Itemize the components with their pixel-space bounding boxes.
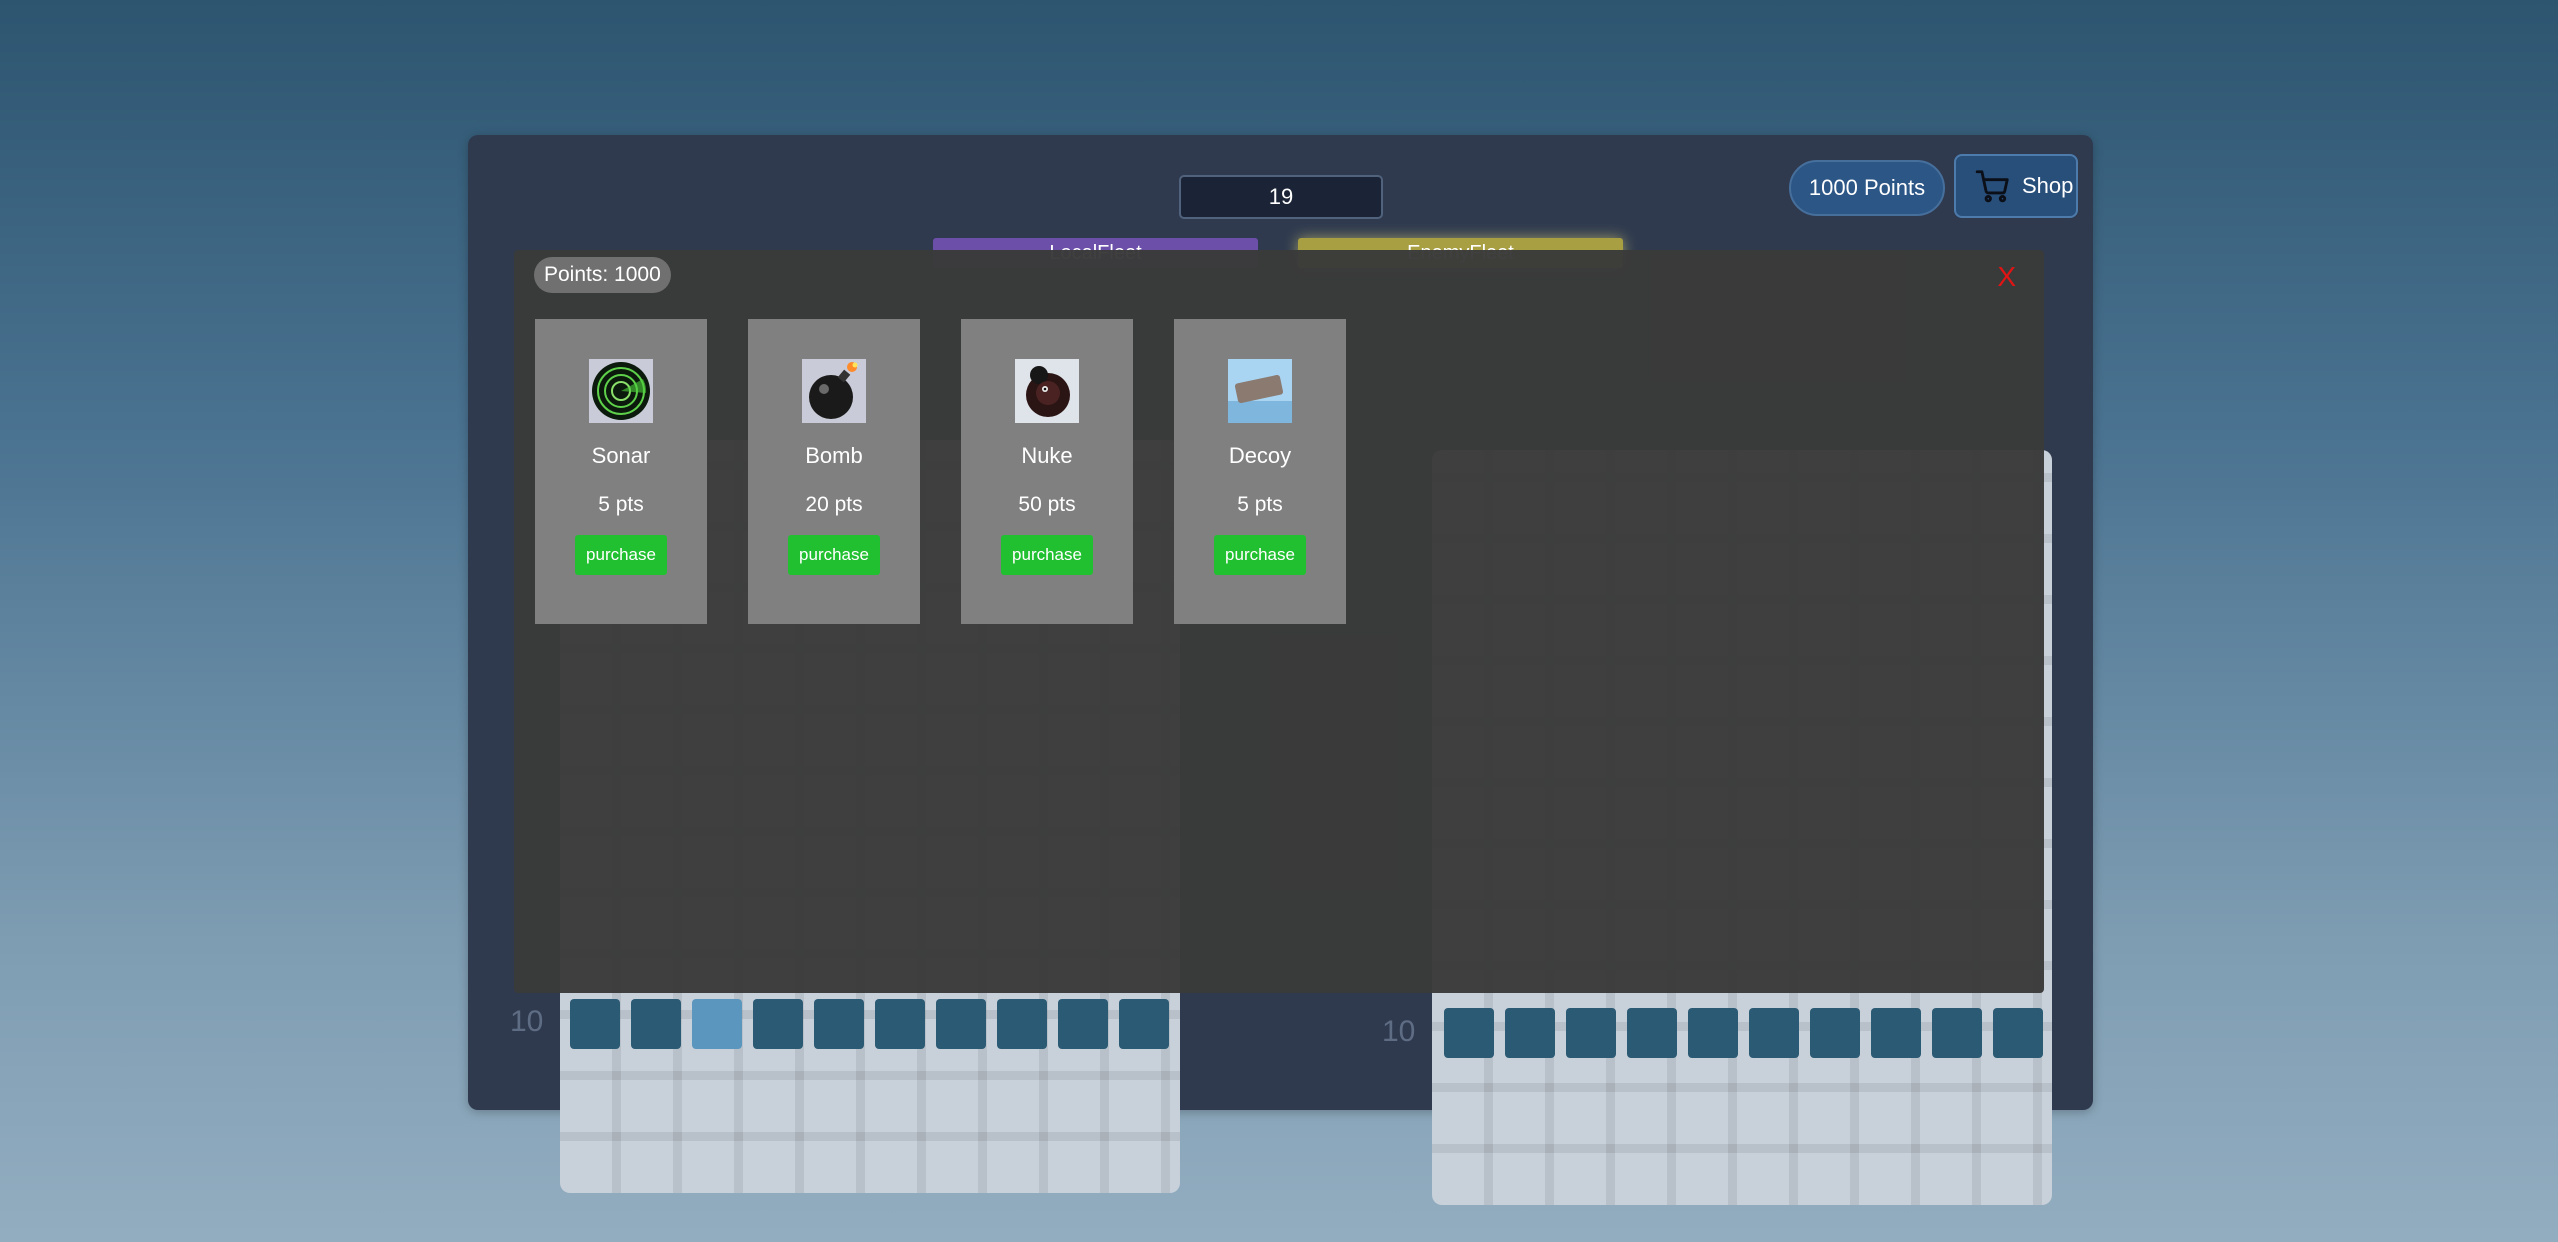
row-label-10-right: 10 (1382, 1015, 1416, 1048)
board-cell[interactable] (936, 999, 986, 1049)
board-cell[interactable] (997, 999, 1047, 1049)
close-button[interactable]: X (1997, 261, 2016, 293)
board-cell[interactable] (631, 999, 681, 1049)
board-cell[interactable] (1688, 1008, 1738, 1058)
item-name: Nuke (1021, 443, 1073, 468)
shop-item-bomb: Bomb 20 pts purchase (748, 319, 920, 624)
board-cell[interactable] (1444, 1008, 1494, 1058)
board-cell[interactable] (1627, 1008, 1677, 1058)
shop-label: Shop (2022, 173, 2074, 198)
board-cell[interactable] (692, 999, 742, 1049)
board-cell[interactable] (753, 999, 803, 1049)
board-cell[interactable] (1932, 1008, 1982, 1058)
enemy-board-row-10 (1444, 1008, 2043, 1058)
nuke-icon (1015, 359, 1079, 423)
purchase-button[interactable]: purchase (788, 535, 880, 575)
bomb-icon (802, 359, 866, 423)
board-cell[interactable] (1810, 1008, 1860, 1058)
board-cell[interactable] (1993, 1008, 2043, 1058)
sonar-icon (589, 359, 653, 423)
board-cell[interactable] (1119, 999, 1169, 1049)
board-cell[interactable] (1058, 999, 1108, 1049)
item-price: 20 pts (805, 493, 863, 516)
board-cell[interactable] (1505, 1008, 1555, 1058)
purchase-button[interactable]: purchase (1001, 535, 1093, 575)
decoy-icon (1228, 359, 1292, 423)
row-label-10-left: 10 (510, 1005, 544, 1038)
board-cell[interactable] (1749, 1008, 1799, 1058)
item-price: 50 pts (1018, 493, 1076, 516)
item-name: Sonar (591, 443, 651, 468)
board-cell[interactable] (1566, 1008, 1616, 1058)
board-cell[interactable] (570, 999, 620, 1049)
cart-icon (1975, 170, 2009, 203)
board-cell[interactable] (1871, 1008, 1921, 1058)
item-price: 5 pts (1237, 493, 1283, 516)
purchase-button[interactable]: purchase (575, 535, 667, 575)
board-cell[interactable] (814, 999, 864, 1049)
item-name: Decoy (1228, 443, 1292, 468)
item-name: Bomb (805, 443, 863, 468)
shop-button[interactable]: Shop (1954, 154, 2078, 218)
points-badge: 1000 Points (1789, 160, 1945, 216)
turn-counter: 19 (1179, 175, 1383, 219)
shop-item-decoy: Decoy 5 pts purchase (1174, 319, 1346, 624)
shop-modal: Points: 1000 X Sonar 5 pts purchase Bomb… (514, 250, 2044, 993)
shop-item-nuke: Nuke 50 pts purchase (961, 319, 1133, 624)
purchase-button[interactable]: purchase (1214, 535, 1306, 575)
shop-item-sonar: Sonar 5 pts purchase (535, 319, 707, 624)
local-board-row-10 (570, 999, 1169, 1049)
board-cell[interactable] (875, 999, 925, 1049)
item-price: 5 pts (598, 493, 644, 516)
shop-points-badge: Points: 1000 (534, 257, 671, 293)
